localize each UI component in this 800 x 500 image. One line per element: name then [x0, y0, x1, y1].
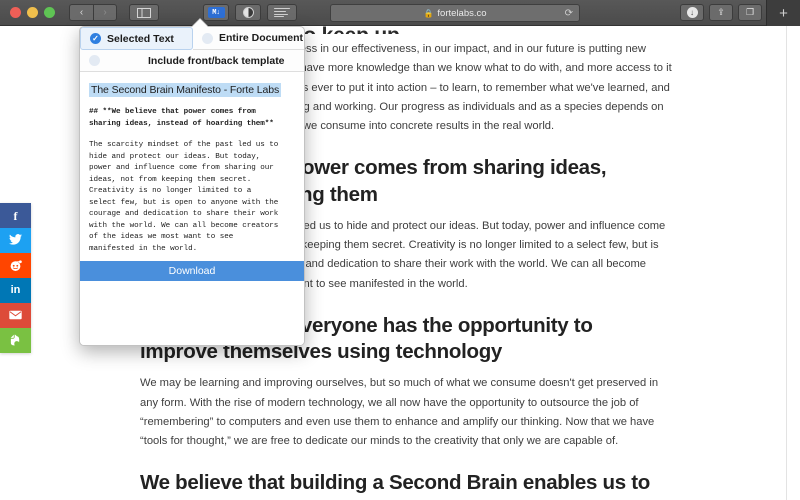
- envelope-icon: [9, 310, 22, 322]
- download-button[interactable]: Download: [80, 261, 304, 282]
- share-facebook-button[interactable]: f: [0, 203, 31, 228]
- reader-view-icon: [242, 7, 254, 18]
- popover-footer-space: [80, 281, 304, 346]
- browser-window: ‹ › M↓ 🔒 fortelabs.co ⟳ ↓ ⇪ ❐ + The only…: [0, 0, 800, 500]
- facebook-icon: f: [13, 208, 18, 223]
- page-right-edge: [786, 26, 787, 500]
- markdown-icon: M↓: [207, 7, 225, 18]
- document-title-highlighted: The Second Brain Manifesto - Forte Labs: [89, 83, 282, 97]
- address-bar[interactable]: 🔒 fortelabs.co ⟳: [330, 4, 580, 22]
- share-icon: ⇪: [717, 7, 725, 17]
- window-controls: [10, 7, 55, 18]
- back-button[interactable]: ‹: [69, 4, 93, 21]
- chevron-left-icon: ‹: [79, 6, 84, 18]
- right-toolbar-group: ↓ ⇪ ❐: [680, 4, 762, 21]
- reddit-icon: [9, 259, 22, 273]
- lock-icon: 🔒: [423, 8, 434, 18]
- article-paragraph-2: We may be learning and improving ourselv…: [140, 377, 659, 448]
- check-circle-icon: ✓: [90, 33, 101, 44]
- close-window-button[interactable]: [10, 7, 21, 18]
- evernote-icon: [10, 334, 21, 348]
- social-share-rail: f in: [0, 203, 31, 353]
- navigation-buttons: ‹ ›: [69, 4, 117, 21]
- markdown-clipper-popover: ✓ Selected Text Entire Document Include …: [79, 26, 305, 347]
- center-toolbar-group: M↓: [203, 4, 297, 21]
- minimize-window-button[interactable]: [27, 7, 38, 18]
- reload-button[interactable]: ⟳: [565, 8, 573, 19]
- markdown-preview: The Second Brain Manifesto - Forte Labs …: [80, 72, 304, 262]
- sidebar-icon: [137, 7, 151, 18]
- download-icon: ↓: [686, 7, 698, 18]
- scope-option-label: Selected Text: [107, 32, 174, 45]
- markdown-body-text: The scarcity mindset of the past led us …: [89, 141, 279, 253]
- downloads-button[interactable]: ↓: [680, 4, 704, 21]
- scope-option-entire-document[interactable]: Entire Document: [193, 27, 304, 50]
- share-email-button[interactable]: [0, 303, 31, 328]
- popover-arrow: [192, 19, 208, 27]
- scope-option-group: ✓ Selected Text Entire Document: [80, 27, 304, 50]
- share-linkedin-button[interactable]: in: [0, 278, 31, 303]
- scope-option-label: Entire Document: [219, 32, 304, 44]
- checkbox-empty-icon[interactable]: [89, 55, 100, 66]
- text-lines-icon: [274, 8, 290, 9]
- plus-icon: +: [779, 4, 788, 22]
- markdown-heading-text: ## **We believe that power comes from sh…: [89, 108, 274, 128]
- linkedin-icon: in: [10, 284, 21, 296]
- share-evernote-button[interactable]: [0, 328, 31, 353]
- twitter-icon: [9, 234, 22, 247]
- article-heading-3: We believe that building a Second Brain …: [140, 471, 650, 500]
- include-template-checkbox-row[interactable]: Include front/back template: [80, 50, 304, 72]
- maximize-window-button[interactable]: [44, 7, 55, 18]
- show-tabs-button[interactable]: ❐: [738, 4, 762, 21]
- reader-view-button[interactable]: [235, 4, 261, 21]
- scope-option-selected-text[interactable]: ✓ Selected Text: [80, 27, 193, 50]
- share-twitter-button[interactable]: [0, 228, 31, 253]
- share-reddit-button[interactable]: [0, 253, 31, 278]
- radio-empty-icon: [202, 32, 213, 44]
- chevron-right-icon: ›: [103, 6, 107, 18]
- include-template-label: Include front/back template: [148, 54, 285, 67]
- tabs-overview-icon: ❐: [745, 7, 755, 17]
- url-text: fortelabs.co: [437, 7, 487, 19]
- forward-button[interactable]: ›: [93, 4, 117, 21]
- reading-list-button[interactable]: [267, 4, 297, 21]
- show-sidebar-button[interactable]: [129, 4, 159, 21]
- browser-toolbar: ‹ › M↓ 🔒 fortelabs.co ⟳ ↓ ⇪ ❐ +: [0, 0, 800, 26]
- share-button[interactable]: ⇪: [709, 4, 733, 21]
- new-tab-button[interactable]: +: [766, 0, 800, 26]
